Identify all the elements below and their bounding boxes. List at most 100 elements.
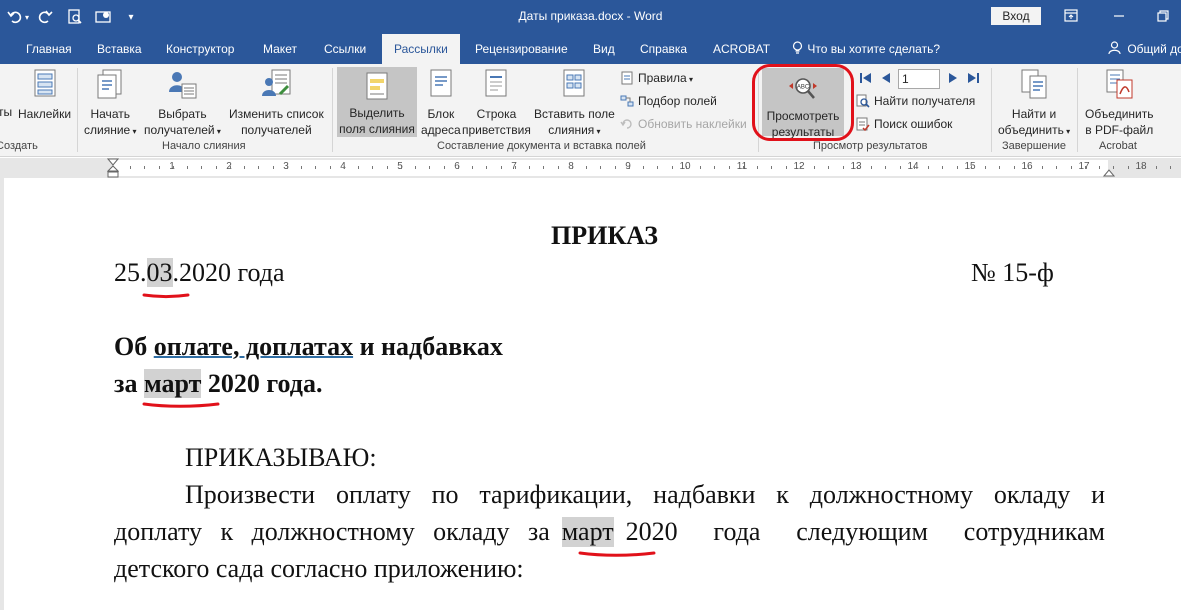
ruler-tick: [187, 166, 188, 169]
tell-me-search[interactable]: Что вы хотите сделать?: [792, 34, 940, 64]
ruler-tick: [529, 166, 530, 169]
subject2-prefix: за: [114, 369, 138, 398]
ruler-tick: [1056, 166, 1057, 169]
touch-mode-icon[interactable]: [93, 6, 115, 28]
edit-recipient-list-button[interactable]: Изменить список получателей: [229, 68, 324, 138]
horizontal-ruler[interactable]: 1 2 3 4 5 6 7 8 9 10 11 12 13 14 15 16 17 18: [0, 158, 1181, 178]
tab-review[interactable]: Рецензирование: [475, 34, 568, 64]
lightbulb-icon: [792, 34, 804, 64]
paragraph-line-2-start: доплату к должностному окладу за: [114, 517, 550, 546]
next-record-icon[interactable]: [946, 71, 960, 85]
finish-merge-button[interactable]: Найти и объединить ▾: [998, 68, 1070, 140]
last-record-icon[interactable]: [966, 71, 980, 85]
merge-pdf-line1: Объединить: [1085, 107, 1154, 121]
group-label-start-merge: Начало слияния: [162, 140, 246, 152]
rules-button[interactable]: Правила ▾: [620, 68, 693, 88]
ruler-number: 11: [736, 161, 748, 172]
insert-field-line1: Вставить поле: [534, 107, 615, 121]
insert-field-line2: слияния: [548, 123, 595, 137]
finish-merge-line2: объединить: [998, 123, 1064, 137]
highlight-fields-line1: Выделить: [349, 106, 405, 120]
labels-button[interactable]: Наклейки: [18, 68, 71, 122]
ruler-number: 13: [850, 161, 862, 172]
tab-references[interactable]: Ссылки: [324, 34, 366, 64]
minimize-icon[interactable]: [1111, 8, 1127, 24]
subject-underlined: оплате, доплатах: [153, 332, 354, 361]
address-block-button[interactable]: Блок адреса: [421, 68, 461, 138]
greeting-line-icon: [480, 68, 512, 100]
ruler-tick: [486, 166, 487, 169]
ruler-number: 3: [283, 161, 289, 172]
ruler-tick: [615, 166, 616, 169]
ruler-tick: [444, 166, 445, 169]
right-indent-marker-icon[interactable]: [1103, 165, 1115, 177]
tab-mailings[interactable]: Рассылки: [382, 34, 460, 64]
merge-to-pdf-button[interactable]: Объединить в PDF-файл: [1085, 68, 1154, 138]
ruler-tick: [1014, 166, 1015, 169]
edit-list-line1: Изменить список: [229, 107, 324, 121]
ruler-number: 5: [397, 161, 403, 172]
update-labels-icon: [620, 117, 634, 131]
document-heading: ПРИКАЗ: [551, 221, 659, 250]
order-date: 25.03.2020 года: [114, 258, 285, 288]
tab-layout[interactable]: Макет: [263, 34, 297, 64]
ruler-tick: [985, 166, 986, 169]
ruler-tick: [1170, 166, 1171, 169]
greeting-line-button[interactable]: Строка приветствия: [462, 68, 531, 138]
svg-text:ABC: ABC: [797, 85, 810, 91]
ribbon-display-options-icon[interactable]: [1063, 8, 1079, 24]
chevron-down-icon: ▾: [1063, 127, 1071, 136]
red-underline-mark: [142, 402, 220, 408]
tab-design[interactable]: Конструктор: [166, 34, 234, 64]
start-mail-merge-button[interactable]: Начать слияние ▾: [84, 68, 136, 140]
ruler-tick: [515, 166, 516, 169]
print-preview-icon[interactable]: [64, 6, 86, 28]
customize-toolbar-icon[interactable]: ▾: [123, 6, 139, 28]
ruler-number: 2: [226, 161, 232, 172]
share-label: Общий до: [1127, 42, 1181, 56]
group-separator: [332, 68, 333, 152]
user-icon: [1108, 34, 1124, 64]
tab-home[interactable]: Главная: [26, 34, 72, 64]
undo-dropdown-icon[interactable]: ▾: [22, 6, 32, 28]
restore-icon[interactable]: [1155, 8, 1171, 24]
preview-results-button[interactable]: ABC Просмотреть результаты: [762, 68, 844, 139]
record-number-input[interactable]: 1: [898, 69, 940, 89]
ruler-tick: [743, 166, 744, 169]
date-rest: .2020 года: [172, 258, 285, 287]
ruler-tick: [1099, 166, 1100, 169]
tab-view[interactable]: Вид: [593, 34, 615, 64]
check-errors-button[interactable]: Поиск ошибок: [856, 114, 952, 134]
address-block-icon: [425, 68, 457, 100]
sign-in-button[interactable]: Вход: [991, 7, 1041, 25]
ruler-tick: [700, 166, 701, 169]
select-recipients-button[interactable]: Выбрать получателей ▾: [144, 68, 221, 140]
insert-merge-field-button[interactable]: Вставить поле слияния ▾: [534, 68, 615, 140]
share-button[interactable]: Общий до: [1108, 34, 1181, 64]
previous-record-icon[interactable]: [879, 71, 893, 85]
find-recipient-button[interactable]: Найти получателя: [856, 91, 975, 111]
ruler-number: 9: [625, 161, 631, 172]
envelopes-button[interactable]: ты: [0, 104, 12, 120]
subject-line-1: Об оплате, доплатах и надбавках: [114, 332, 503, 362]
tab-help[interactable]: Справка: [640, 34, 687, 64]
highlight-merge-fields-button[interactable]: Выделить поля слияния: [337, 67, 417, 137]
tab-insert[interactable]: Вставка: [97, 34, 142, 64]
finish-merge-icon: [1018, 68, 1050, 100]
redo-icon[interactable]: [34, 6, 56, 28]
first-record-icon[interactable]: [859, 71, 873, 85]
ruler-tick: [586, 166, 587, 169]
document-page[interactable]: ПРИКАЗ 25.03.2020 года № 15-ф Об оплате,…: [4, 178, 1181, 610]
ruler-tick: [372, 166, 373, 169]
match-fields-label: Подбор полей: [638, 94, 717, 108]
tab-acrobat[interactable]: ACROBAT: [713, 34, 770, 64]
ruler-tick: [771, 166, 772, 169]
indent-marker-icon[interactable]: [107, 158, 119, 178]
ruler-number: 15: [964, 161, 976, 172]
ruler-tick: [828, 166, 829, 169]
ruler-tick: [1128, 166, 1129, 169]
ruler-tick: [928, 166, 929, 169]
match-fields-button[interactable]: Подбор полей: [620, 91, 717, 111]
update-labels-button[interactable]: Обновить наклейки: [620, 114, 747, 134]
highlight-fields-line2: поля слияния: [339, 122, 415, 136]
